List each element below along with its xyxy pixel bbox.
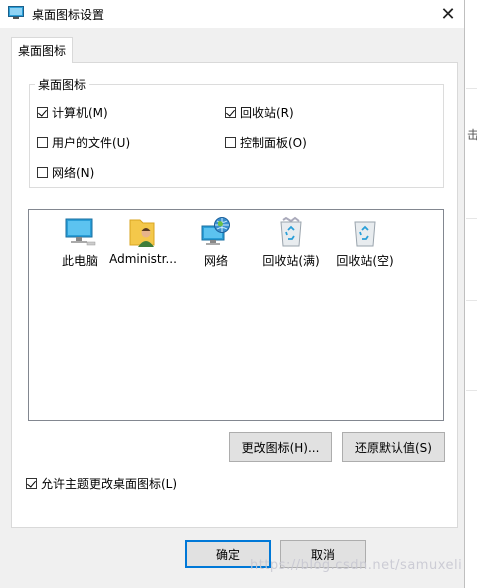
checkbox-label: 控制面板(O) bbox=[240, 136, 307, 150]
background-divider bbox=[466, 390, 477, 391]
checkbox-recycle-bin[interactable]: 回收站(R) bbox=[225, 104, 294, 121]
checkbox-control-panel[interactable]: 控制面板(O) bbox=[225, 134, 307, 151]
checkbox-checked-icon bbox=[225, 107, 236, 118]
icon-item-network[interactable]: 网络 bbox=[179, 210, 253, 269]
checkbox-unchecked-icon bbox=[37, 167, 48, 178]
icon-item-administrator[interactable]: Administr... bbox=[106, 210, 180, 266]
settings-window-icon bbox=[8, 6, 24, 19]
checkbox-checked-icon bbox=[26, 478, 37, 489]
checkbox-unchecked-icon bbox=[37, 137, 48, 148]
checkbox-network[interactable]: 网络(N) bbox=[37, 164, 94, 181]
checkbox-unchecked-icon bbox=[225, 137, 236, 148]
group-label: 桌面图标 bbox=[35, 76, 90, 93]
icon-label: Administr... bbox=[109, 252, 177, 266]
desktop-icon-settings-dialog: 桌面图标设置 ✕ 桌面图标 桌面图标 计算机(M) 回收站(R) 用户的文件(U… bbox=[0, 0, 465, 588]
recycle-bin-full-icon bbox=[280, 216, 302, 247]
tab-label: 桌面图标 bbox=[17, 44, 66, 58]
window-title: 桌面图标设置 bbox=[32, 8, 105, 22]
title-bar[interactable]: 桌面图标设置 ✕ bbox=[0, 0, 464, 28]
watermark: https://blog.csdn.net/samuxeli bbox=[250, 558, 463, 573]
change-icon-button[interactable]: 更改图标(H)... bbox=[229, 432, 332, 462]
recycle-bin-empty-icon bbox=[354, 221, 376, 247]
icon-item-recycle-bin-empty[interactable]: 回收站(空) bbox=[328, 210, 402, 269]
icon-label: 此电脑 bbox=[61, 254, 98, 268]
restore-default-button[interactable]: 还原默认值(S) bbox=[342, 432, 445, 462]
checkbox-computer[interactable]: 计算机(M) bbox=[37, 104, 108, 121]
background-divider bbox=[466, 88, 477, 89]
icon-label: 网络 bbox=[203, 254, 228, 268]
checkbox-label: 用户的文件(U) bbox=[52, 136, 131, 150]
checkbox-label: 计算机(M) bbox=[52, 106, 108, 120]
icon-item-recycle-bin-full[interactable]: 回收站(满) bbox=[254, 210, 328, 269]
icon-label: 回收站(空) bbox=[336, 254, 394, 268]
checkbox-label: 回收站(R) bbox=[240, 106, 294, 120]
close-icon: ✕ bbox=[440, 3, 456, 25]
background-divider bbox=[466, 300, 477, 301]
computer-icon bbox=[65, 218, 96, 246]
checkbox-checked-icon bbox=[37, 107, 48, 118]
checkbox-label: 网络(N) bbox=[52, 166, 95, 180]
network-icon bbox=[201, 217, 230, 245]
background-divider bbox=[466, 218, 477, 219]
background-text: 击 bbox=[467, 128, 477, 142]
checkbox-allow-themes[interactable]: 允许主题更改桌面图标(L) bbox=[26, 475, 177, 492]
checkbox-label: 允许主题更改桌面图标(L) bbox=[41, 477, 178, 491]
checkbox-user-files[interactable]: 用户的文件(U) bbox=[37, 134, 130, 151]
user-folder-icon bbox=[129, 219, 155, 247]
close-button[interactable]: ✕ bbox=[436, 2, 460, 26]
tab-desktop-icons[interactable]: 桌面图标 bbox=[11, 37, 73, 63]
icon-label: 回收站(满) bbox=[262, 254, 320, 268]
icon-list[interactable]: 此电脑 Administr... 网络 回收站(满) 回收站(空) bbox=[28, 209, 444, 421]
